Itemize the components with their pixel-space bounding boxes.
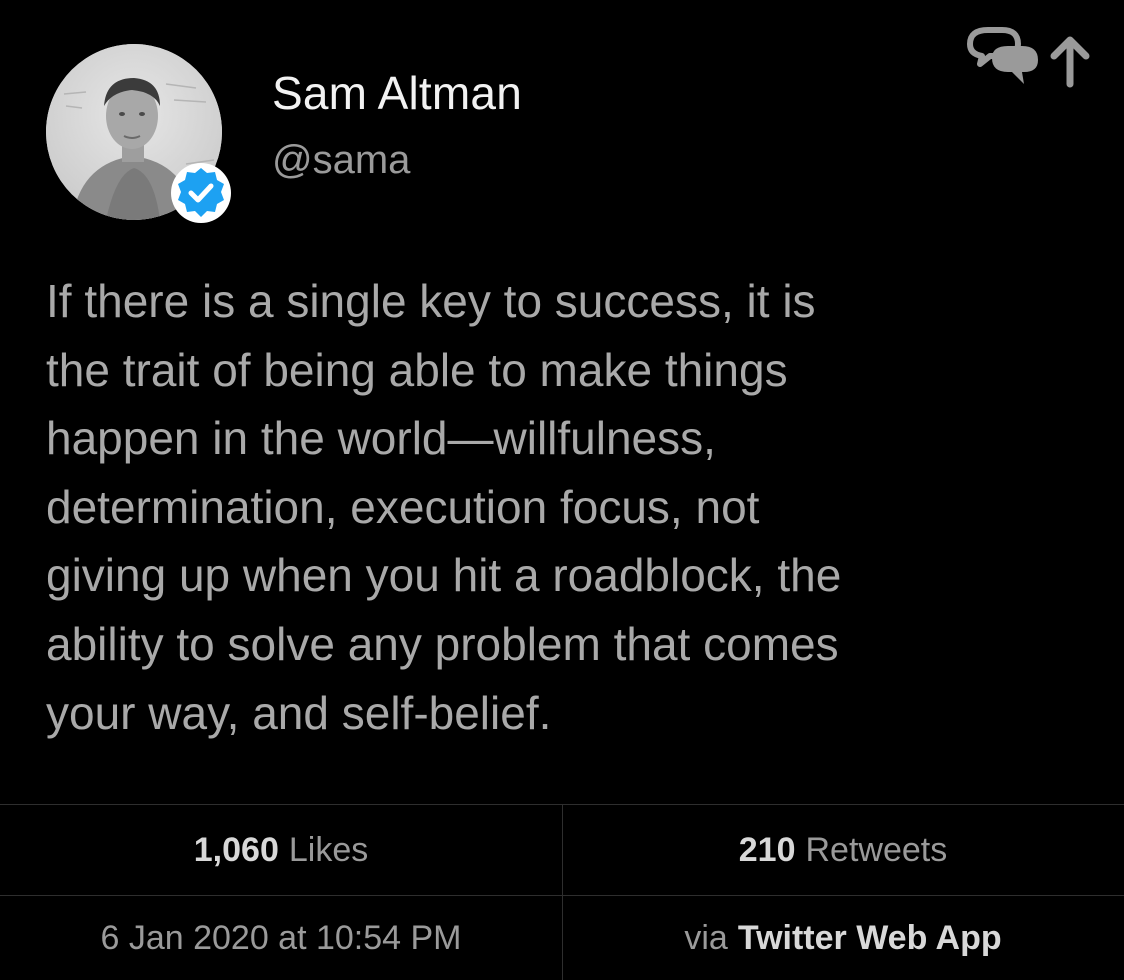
tweet-line: the trait of being able to make things [46, 343, 788, 396]
likes-stat[interactable]: 1,060 Likes [0, 805, 562, 895]
timestamp-text: 6 Jan 2020 at 10:54 PM [100, 918, 462, 957]
likes-count: 1,060 [193, 830, 279, 869]
display-name[interactable]: Sam Altman [272, 66, 522, 120]
tweet-text: If there is a single key to success, it … [46, 267, 1086, 747]
source-app-name: Twitter Web App [737, 918, 1002, 957]
tweet-line: ability to solve any problem that comes [46, 617, 839, 670]
tweet-line: your way, and self-belief. [46, 686, 552, 739]
retweets-label: Retweets [805, 830, 948, 869]
tweet-line: determination, execution focus, not [46, 480, 760, 533]
retweets-stat[interactable]: 210 Retweets [562, 805, 1124, 895]
timestamp[interactable]: 6 Jan 2020 at 10:54 PM [0, 896, 562, 980]
retweets-count: 210 [738, 830, 796, 869]
tweet-line: giving up when you hit a roadblock, the [46, 549, 842, 602]
tweet-card: Sam Altman @sama If there is a single ke… [0, 0, 1124, 980]
via-label: via [684, 918, 728, 957]
avatar-container[interactable] [46, 44, 231, 223]
tweet-line: happen in the world—willfulness, [46, 412, 716, 465]
tweet-line: If there is a single key to success, it … [46, 275, 816, 327]
likes-label: Likes [288, 830, 369, 869]
speech-bubbles-up-arrow-icon [967, 27, 1090, 88]
user-handle[interactable]: @sama [272, 138, 410, 183]
source-app[interactable]: via Twitter Web App [562, 896, 1124, 980]
share-button[interactable] [958, 22, 1098, 96]
verified-badge-icon [170, 162, 232, 224]
